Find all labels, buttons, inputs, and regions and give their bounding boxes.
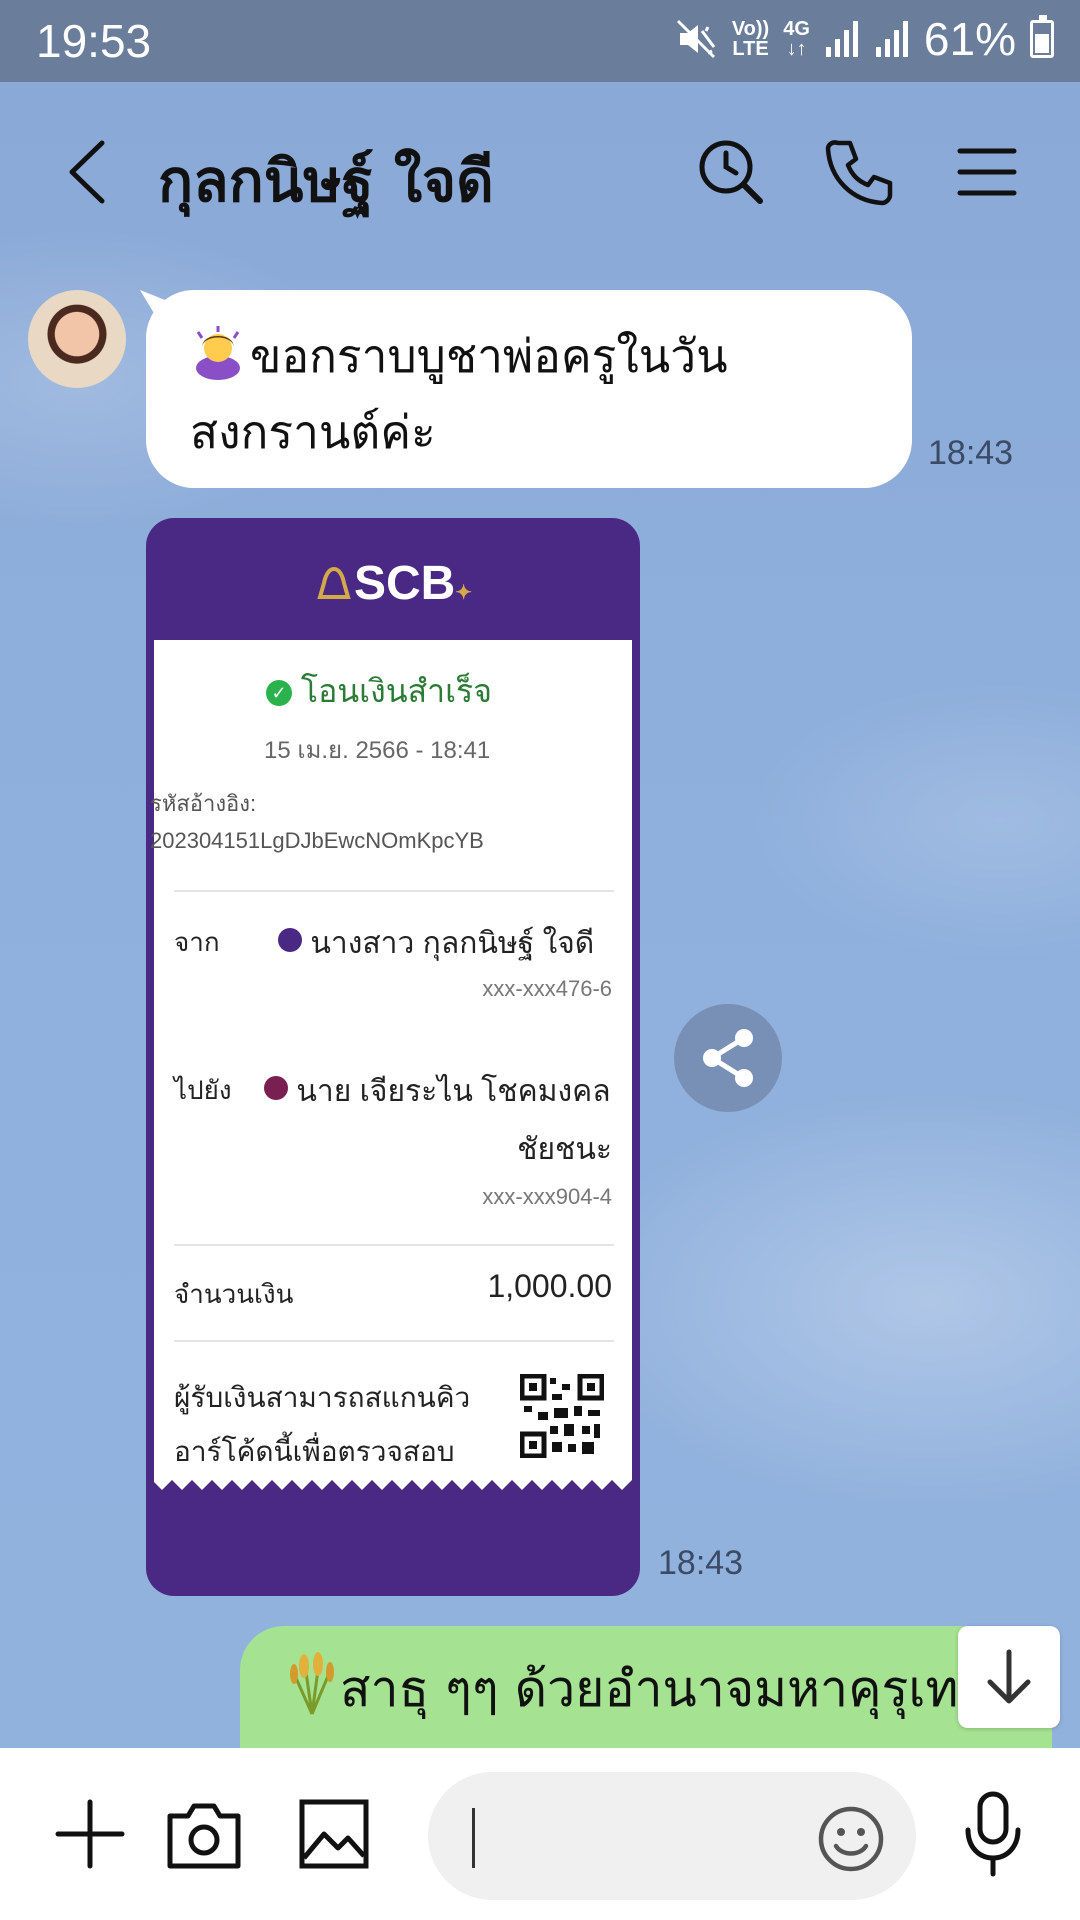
volte-top: Vo)) (731, 18, 770, 40)
message-text-line-2: สงกรานต์ค่ะ (190, 405, 436, 459)
transfer-slip-image[interactable]: SCB✦ ✓ โอนเงินสำเร็จ 15 เม.ย. 2566 - 18:… (146, 518, 640, 1596)
success-check-icon: ✓ (266, 680, 292, 706)
text-cursor (472, 1808, 475, 1868)
status-bar: 19:53 Vo)) LTE 4G ↓↑ 61% (0, 0, 1080, 82)
phone-icon[interactable] (824, 137, 894, 207)
outgoing-message-bubble[interactable]: สาธุ ๆๆ ด้วยอำนาจมหาคุรุเท (240, 1626, 1052, 1756)
battery-icon (1030, 15, 1054, 58)
to-name: นาย เจียระไน โชคมงคล (264, 1068, 611, 1115)
amount-label: จำนวนเงิน (174, 1279, 294, 1309)
scb-account-icon (278, 928, 302, 952)
divider (174, 1340, 614, 1342)
rice-sheaf-emoji-icon (290, 1652, 334, 1715)
bowing-woman-emoji-icon (196, 326, 240, 380)
status-icons: Vo)) LTE 4G ↓↑ 61% (674, 12, 1054, 66)
volte-indicator: Vo)) LTE (732, 19, 769, 59)
battery-percent: 61% (923, 13, 1016, 65)
scroll-to-bottom-button[interactable] (958, 1626, 1060, 1728)
contact-avatar[interactable] (28, 290, 126, 388)
divider (174, 1244, 614, 1246)
amount-value: 1,000.00 (487, 1268, 612, 1304)
chat-header: กุลกนิษฐ์ ใจดี (0, 82, 1080, 262)
divider (174, 890, 614, 892)
arrow-down-icon (987, 1649, 1031, 1704)
message-input-bar (0, 1748, 1080, 1920)
to-name-text: นาย เจียระไน โชคมงคล (296, 1075, 611, 1108)
from-name-text: นางสาว กุลกนิษฐ์ ใจดี (310, 927, 595, 960)
transfer-status: ✓ โอนเงินสำเร็จ (266, 666, 492, 717)
signal-icon-2 (875, 21, 908, 57)
chat-title: กุลกนิษฐ์ ใจดี (158, 147, 494, 215)
outgoing-text-line-1: สาธุ ๆๆ ด้วยอำนาจมหาคุรุเท (340, 1660, 959, 1718)
slip-paper: ✓ โอนเงินสำเร็จ 15 เม.ย. 2566 - 18:41 รห… (150, 640, 632, 1480)
back-chevron-icon[interactable] (62, 137, 122, 207)
status-text: โอนเงินสำเร็จ (300, 673, 492, 709)
emoji-icon[interactable] (816, 1804, 886, 1874)
bank-name: SCB (353, 557, 456, 610)
share-button[interactable] (674, 1004, 782, 1112)
to-label: ไปยัง (174, 1075, 232, 1105)
share-icon (703, 1029, 753, 1087)
volte-bottom: LTE (732, 38, 769, 60)
mute-icon (676, 19, 716, 59)
from-account: xxx-xxx476-6 (482, 976, 612, 1001)
search-history-icon[interactable] (696, 137, 766, 207)
data-arrows-icon: ↓↑ (786, 38, 807, 60)
status-time: 19:53 (36, 15, 152, 67)
scb-emblem-icon (317, 566, 351, 599)
network-indicator: 4G ↓↑ (783, 19, 810, 59)
transfer-datetime: 15 เม.ย. 2566 - 18:41 (264, 737, 491, 764)
to-account: xxx-xxx904-4 (482, 1184, 612, 1209)
plus-icon[interactable] (52, 1796, 128, 1872)
logo-star-icon: ✦ (455, 582, 473, 604)
qr-code-icon (520, 1374, 604, 1458)
image-time: 18:43 (658, 1544, 744, 1582)
reference-label: รหัสอ้างอิง: (150, 791, 257, 816)
message-line-1: ขอกราบบูชาพ่อครูในวัน (190, 318, 872, 394)
from-label: จาก (174, 927, 220, 957)
reference-code: 202304151LgDJbEwcNOmKpcYB (150, 828, 484, 853)
slip-torn-edge (154, 1470, 632, 1490)
message-text-line-1: ขอกราบบูชาพ่อครูในวัน (250, 329, 728, 383)
recipient-bank-icon (264, 1076, 288, 1100)
from-name: นางสาว กุลกนิษฐ์ ใจดี (278, 920, 594, 967)
incoming-message-bubble[interactable]: ขอกราบบูชาพ่อครูในวัน สงกรานต์ค่ะ (140, 290, 912, 488)
menu-icon[interactable] (952, 137, 1022, 207)
bank-logo: SCB✦ (146, 556, 640, 611)
to-name-line-2: ชัยชนะ (517, 1133, 612, 1166)
network-type: 4G (783, 18, 810, 40)
microphone-icon[interactable] (962, 1790, 1024, 1878)
camera-icon[interactable] (164, 1796, 244, 1872)
verify-text-line-1: ผู้รับเงินสามารถสแกนคิว (174, 1382, 471, 1413)
verify-text-line-2: อาร์โค้ดนี้เพื่อตรวจสอบ (174, 1436, 455, 1467)
signal-icon-1 (825, 21, 858, 57)
message-time: 18:43 (928, 434, 1014, 472)
message-input[interactable] (428, 1772, 916, 1900)
image-icon[interactable] (296, 1796, 372, 1872)
